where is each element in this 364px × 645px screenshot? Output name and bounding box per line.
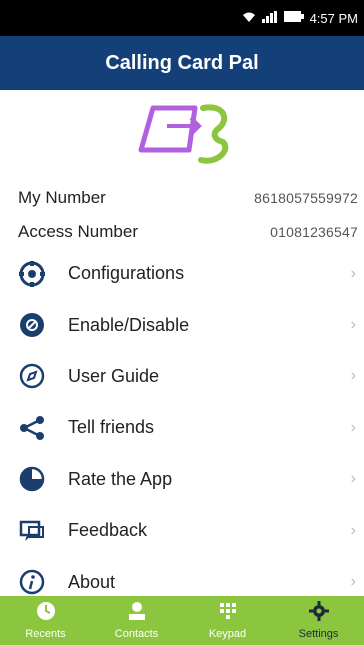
chevron-right-icon: › xyxy=(350,367,356,385)
chevron-right-icon: › xyxy=(350,264,356,282)
chevron-right-icon: › xyxy=(350,316,356,334)
chevron-right-icon: › xyxy=(350,573,356,591)
my-number-value: 8618057559972 xyxy=(254,190,358,206)
menu-item-user-guide[interactable]: User Guide › xyxy=(0,351,364,402)
clock-icon xyxy=(36,601,56,626)
chevron-right-icon: › xyxy=(350,470,356,488)
tab-settings[interactable]: Settings xyxy=(273,596,364,645)
rate-icon xyxy=(18,465,46,493)
chevron-right-icon: › xyxy=(350,521,356,539)
tab-label: Contacts xyxy=(114,628,159,640)
tab-keypad[interactable]: Keypad xyxy=(182,596,273,645)
menu-item-label: About xyxy=(68,571,116,592)
gear-icon xyxy=(18,260,46,288)
menu-item-label: Configurations xyxy=(68,263,185,284)
access-number-value: 01081236547 xyxy=(270,224,358,240)
chevron-right-icon: › xyxy=(350,418,356,436)
status-bar: 4:57 PM xyxy=(0,0,364,36)
keypad-icon xyxy=(218,601,238,626)
tab-label: Keypad xyxy=(208,628,247,640)
menu-item-label: Rate the App xyxy=(68,468,173,489)
menu-item-label: User Guide xyxy=(68,365,160,386)
menu-item-label: Enable/Disable xyxy=(68,314,190,335)
tab-label: Settings xyxy=(298,628,339,640)
my-number-row: My Number 8618057559972 xyxy=(18,184,358,212)
menu-item-configurations[interactable]: Configurations › xyxy=(0,248,364,299)
wifi-icon xyxy=(242,11,256,26)
feedback-icon xyxy=(18,517,46,545)
tab-label: Recents xyxy=(25,628,66,640)
menu-item-feedback[interactable]: Feedback › xyxy=(0,505,364,556)
menu-item-tell-friends[interactable]: Tell friends › xyxy=(0,402,364,453)
menu-item-label: Tell friends xyxy=(68,417,155,438)
menu-item-label: Feedback xyxy=(68,520,148,541)
app-logo xyxy=(133,98,237,170)
bottom-nav: Recents Contacts Keypad Settings xyxy=(0,596,364,645)
compass-icon xyxy=(18,362,46,390)
access-number-label: Access Number xyxy=(18,222,138,241)
share-icon xyxy=(18,414,46,442)
settings-icon xyxy=(308,601,329,626)
signal-icon xyxy=(261,10,278,26)
battery-icon xyxy=(283,11,304,25)
menu-item-rate-the-app[interactable]: Rate the App › xyxy=(0,454,364,505)
settings-menu: Configurations › Enable/Disable › User G… xyxy=(0,248,364,608)
app-bar: Calling Card Pal xyxy=(0,36,364,90)
power-icon xyxy=(18,311,46,339)
status-time: 4:57 PM xyxy=(309,10,358,26)
tab-recents[interactable]: Recents xyxy=(0,596,91,645)
app-title: Calling Card Pal xyxy=(105,51,259,74)
info-icon xyxy=(18,568,46,596)
access-number-row: Access Number 01081236547 xyxy=(18,218,358,246)
my-number-label: My Number xyxy=(18,188,106,207)
tab-contacts[interactable]: Contacts xyxy=(91,596,182,645)
person-icon xyxy=(127,601,147,626)
menu-item-enable-disable[interactable]: Enable/Disable › xyxy=(0,299,364,350)
